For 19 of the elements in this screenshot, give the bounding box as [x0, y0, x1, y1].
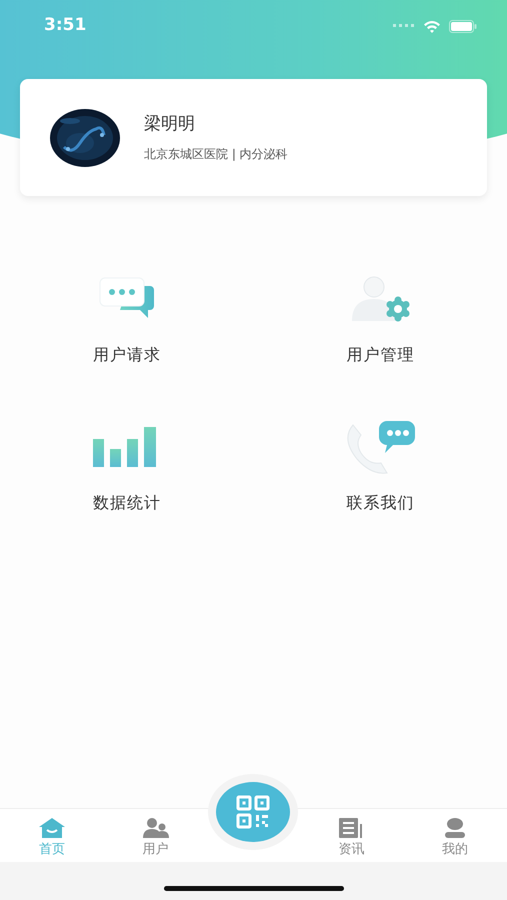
users-icon — [142, 818, 169, 838]
tab-item[interactable]: 资讯 — [299, 809, 404, 862]
menu-item[interactable]: 联系我们 — [254, 419, 507, 515]
tab-item[interactable]: 用户 — [104, 809, 208, 862]
menu-item[interactable]: 用户管理 — [254, 271, 507, 367]
qr-code-icon — [236, 795, 270, 829]
person-icon — [444, 818, 466, 838]
scan-button[interactable] — [216, 782, 290, 842]
wifi-icon — [423, 20, 441, 32]
tab-item[interactable]: 我的 — [403, 809, 507, 862]
menu-item[interactable]: 用户请求 — [0, 271, 254, 367]
battery-icon — [449, 20, 477, 32]
news-icon — [339, 818, 364, 838]
hospital-department: 北京东城区医院 | 内分泌科 — [144, 146, 288, 164]
status-time: 3:51 — [44, 14, 86, 38]
user-name: 梁明明 — [144, 112, 196, 136]
menu-item[interactable]: 数据统计 — [0, 419, 254, 515]
home-icon — [38, 818, 65, 838]
signal-icon — [393, 24, 415, 28]
